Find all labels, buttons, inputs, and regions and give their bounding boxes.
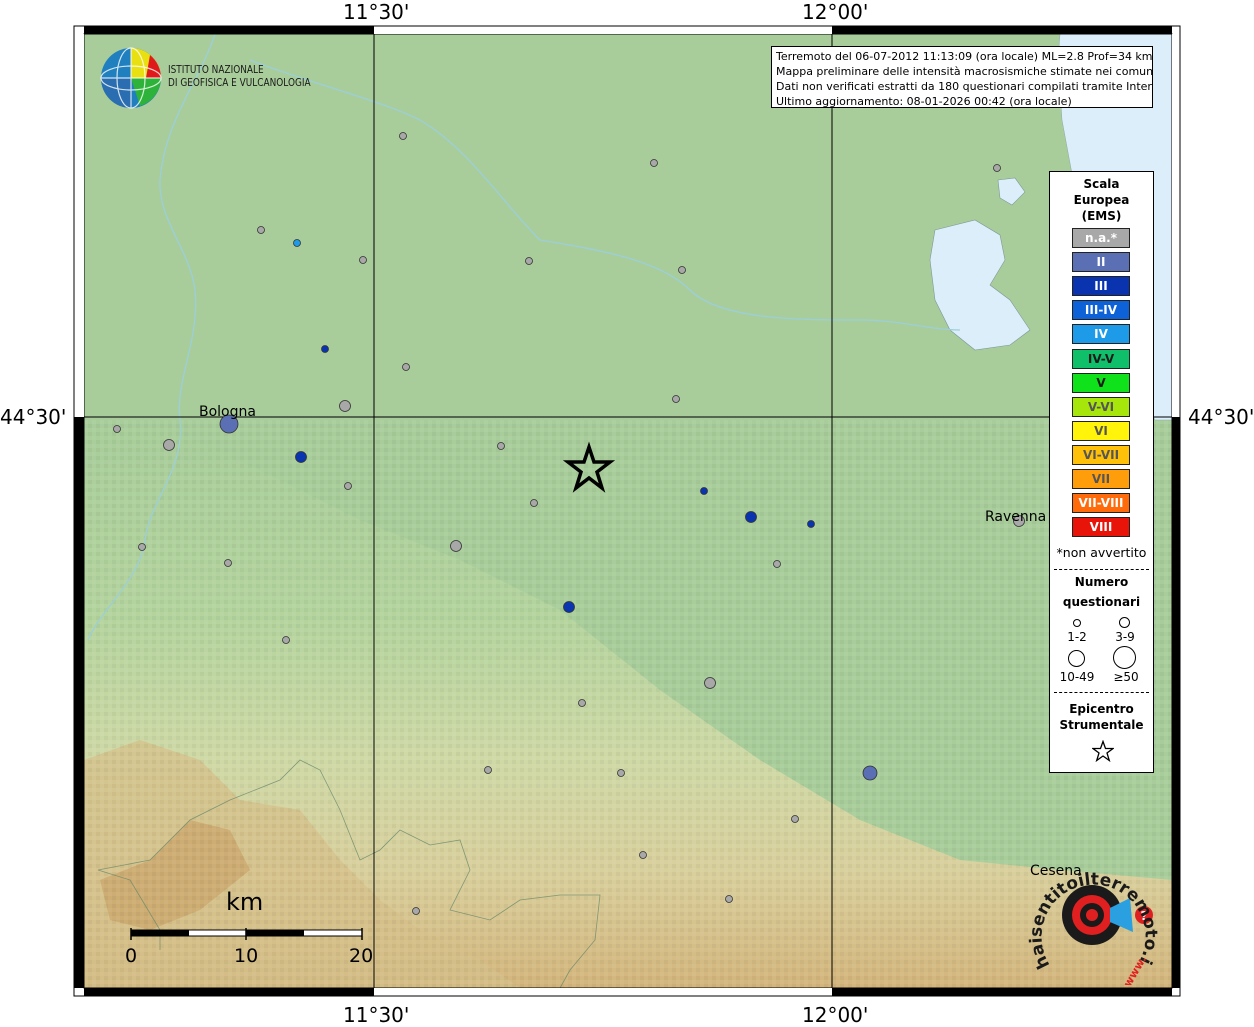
municipality-marker bbox=[745, 511, 757, 523]
size-label-50: ≥50 bbox=[1113, 670, 1139, 684]
municipality-marker bbox=[257, 226, 265, 234]
municipality-marker bbox=[639, 851, 647, 859]
municipality-marker bbox=[563, 601, 575, 613]
legend-star-icon bbox=[1092, 740, 1114, 762]
ems-class-vi: VI bbox=[1072, 420, 1130, 441]
size-circle-50 bbox=[1113, 646, 1136, 669]
institute-name: ISTITUTO NAZIONALE DI GEOFISICA E VULCAN… bbox=[168, 64, 311, 90]
municipality-marker bbox=[293, 239, 301, 247]
size-circle-10-49 bbox=[1068, 650, 1085, 667]
municipality-marker bbox=[791, 815, 799, 823]
municipality-marker bbox=[700, 487, 708, 495]
municipality-marker bbox=[344, 482, 352, 490]
municipality-marker bbox=[402, 363, 410, 371]
municipality-marker bbox=[359, 256, 367, 264]
scale-tick-0: 0 bbox=[125, 945, 138, 967]
scale-tick-10: 10 bbox=[234, 945, 259, 967]
municipality-marker bbox=[282, 636, 290, 644]
ems-class-vi-vii: VI-VII bbox=[1072, 444, 1130, 465]
ems-class-viii: VIII bbox=[1072, 517, 1130, 538]
institute-name-line1: ISTITUTO NAZIONALE bbox=[168, 64, 264, 76]
legend-epicenter-2: Strumentale bbox=[1059, 718, 1144, 732]
municipality-marker bbox=[450, 540, 462, 552]
legend-title-1: Scala bbox=[1083, 177, 1120, 191]
lon-label-bottom-left: 11°30' bbox=[343, 1003, 410, 1027]
ems-class-iv-v: IV-V bbox=[1072, 348, 1130, 369]
municipality-marker bbox=[399, 132, 407, 140]
legend-not-felt: *non avvertito bbox=[1056, 545, 1147, 560]
municipality-marker bbox=[678, 266, 686, 274]
ems-class-v-vi: V-VI bbox=[1072, 396, 1130, 417]
legend-separator-1 bbox=[1054, 569, 1149, 570]
municipality-marker bbox=[725, 895, 733, 903]
ingv-logo-icon bbox=[100, 47, 162, 109]
municipality-marker bbox=[295, 451, 307, 463]
ems-class-iv: IV bbox=[1072, 324, 1130, 345]
ems-class-v: V bbox=[1072, 372, 1130, 393]
municipality-marker bbox=[412, 907, 420, 915]
info-line-3: Dati non verificati estratti da 180 ques… bbox=[776, 80, 1153, 93]
municipality-marker bbox=[807, 520, 815, 528]
haisentito-logo-text: haisentitoilterremoto.it www. bbox=[1025, 850, 1161, 985]
legend-title-3: (EMS) bbox=[1081, 209, 1122, 223]
institute-name-line2: DI GEOFISICA E VULCANOLOGIA bbox=[168, 77, 311, 89]
event-info-box: Terremoto del 06-07-2012 11:13:09 (ora l… bbox=[771, 46, 1153, 108]
ems-class-vii-viii: VII-VIII bbox=[1072, 493, 1130, 514]
legend-epicenter-1: Epicentro bbox=[1069, 702, 1134, 716]
municipality-marker bbox=[862, 765, 878, 781]
size-label-1-2: 1-2 bbox=[1067, 630, 1087, 644]
municipality-marker bbox=[484, 766, 492, 774]
municipality-marker bbox=[224, 559, 232, 567]
size-label-3-9: 3-9 bbox=[1115, 630, 1135, 644]
svg-text:www.: www. bbox=[1121, 954, 1149, 985]
ems-class-ii: II bbox=[1072, 252, 1130, 273]
legend-questionnaires-2: questionari bbox=[1062, 595, 1141, 609]
size-label-10-49: 10-49 bbox=[1059, 670, 1095, 684]
municipality-marker bbox=[530, 499, 538, 507]
lat-label-left: 44°30' bbox=[0, 405, 67, 429]
lon-label-top-left: 11°30' bbox=[343, 0, 410, 24]
ems-class-vii: VII bbox=[1072, 469, 1130, 489]
municipality-marker bbox=[704, 677, 716, 689]
ems-legend: Scala Europea (EMS) n.a.* II III III-IV IV IV… bbox=[1049, 171, 1154, 773]
municipality-marker bbox=[578, 699, 586, 707]
lon-label-top-right: 12°00' bbox=[802, 0, 869, 24]
lat-label-right: 44°30' bbox=[1188, 405, 1254, 429]
scale-tick-20: 20 bbox=[349, 945, 374, 967]
info-line-4: Ultimo aggiornamento: 08-01-2026 00:42 (… bbox=[776, 95, 1072, 108]
legend-separator-2 bbox=[1054, 692, 1149, 693]
municipality-marker bbox=[650, 159, 658, 167]
municipality-marker bbox=[321, 345, 329, 353]
municipality-marker bbox=[672, 395, 680, 403]
municipality-marker bbox=[339, 400, 351, 412]
scale-unit: km bbox=[226, 888, 264, 916]
legend-questionnaires-1: Numero bbox=[1074, 575, 1129, 589]
municipality-marker bbox=[993, 164, 1001, 172]
ems-class-iii: III bbox=[1072, 276, 1130, 297]
municipality-marker bbox=[617, 769, 625, 777]
city-label-bologna: Bologna bbox=[199, 404, 256, 420]
size-circle-3-9 bbox=[1119, 617, 1130, 628]
lon-label-bottom-right: 12°00' bbox=[802, 1003, 869, 1027]
municipality-marker bbox=[163, 439, 175, 451]
municipality-marker bbox=[773, 560, 781, 568]
svg-text:haisentitoilterremoto.it: haisentitoilterremoto.it bbox=[1025, 850, 1161, 972]
municipality-marker bbox=[525, 257, 533, 265]
info-line-1: Terremoto del 06-07-2012 11:13:09 (ora l… bbox=[776, 50, 1153, 63]
size-circle-1-2 bbox=[1073, 619, 1081, 627]
info-line-2: Mappa preliminare delle intensità macros… bbox=[776, 65, 1153, 78]
municipality-marker bbox=[497, 442, 505, 450]
legend-title-2: Europea bbox=[1073, 193, 1130, 207]
city-label-ravenna: Ravenna bbox=[985, 509, 1047, 525]
municipality-marker bbox=[138, 543, 146, 551]
ems-class-iii-iv: III-IV bbox=[1072, 300, 1130, 321]
ems-class-n-a: n.a.* bbox=[1072, 228, 1130, 248]
municipality-marker bbox=[113, 425, 121, 433]
